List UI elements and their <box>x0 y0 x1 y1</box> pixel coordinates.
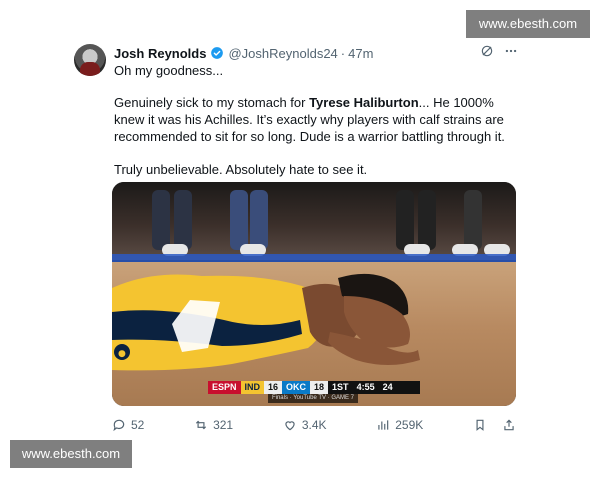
scoreboard-overlay: ESPN IND 16 OKC 18 1ST 4:55 24 <box>208 381 420 394</box>
repost-button[interactable]: 321 <box>194 418 233 432</box>
team1-abbr: IND <box>240 381 265 394</box>
network-logo: ESPN <box>208 381 241 394</box>
author-name[interactable]: Josh Reynolds <box>114 46 206 61</box>
team2-abbr: OKC <box>282 381 311 394</box>
tweet-actions: 52 321 3.4K 259K <box>112 418 516 432</box>
game-clock: 4:55 <box>356 382 375 392</box>
tweet-paragraph-1: Genuinely sick to my stomach for Tyrese … <box>114 94 524 145</box>
tweet-media-image[interactable]: ● ESPN IND 16 OKC 18 1ST 4:55 24 Finals … <box>112 182 516 406</box>
crowd-background <box>112 182 516 260</box>
like-button[interactable]: 3.4K <box>283 418 327 432</box>
tweet-paragraph-2: Truly unbelievable. Absolutely hate to s… <box>114 162 368 177</box>
repost-icon <box>195 420 207 430</box>
tweet-intro: Oh my goodness... <box>114 63 224 78</box>
repost-count: 321 <box>213 418 234 432</box>
verified-badge-icon <box>211 47 224 59</box>
more-options-icon[interactable] <box>504 44 518 58</box>
reply-icon <box>113 419 125 432</box>
bookmark-icon[interactable] <box>473 418 487 432</box>
watermark-bottom: www.ebesth.com <box>10 440 132 468</box>
heart-icon <box>285 421 295 431</box>
views-button[interactable]: 259K <box>376 418 423 432</box>
share-icon[interactable] <box>502 418 516 432</box>
header-actions <box>480 44 518 58</box>
team1-score: 16 <box>264 381 283 394</box>
tweet-header: Josh Reynolds @JoshReynolds24 · 47m <box>114 44 528 62</box>
tweet-card: Josh Reynolds @JoshReynolds24 · 47m Oh m… <box>72 36 528 448</box>
share-actions <box>473 418 516 432</box>
reply-count: 52 <box>131 418 145 432</box>
tweet-time[interactable]: 47m <box>348 46 373 61</box>
avatar[interactable] <box>74 44 106 76</box>
paragraph-1-start: Genuinely sick to my stomach for <box>114 95 310 110</box>
grok-icon[interactable] <box>480 44 494 58</box>
shot-clock: 24 <box>382 382 393 392</box>
tweet-text: Genuinely sick to my stomach for Tyrese … <box>114 94 524 194</box>
watermark-top: www.ebesth.com <box>466 10 590 38</box>
game-quarter: 1ST <box>332 382 349 392</box>
svg-text:●: ● <box>118 349 126 359</box>
player-figure: ● <box>112 273 420 371</box>
view-count: 259K <box>395 418 424 432</box>
views-chart-icon <box>378 420 389 430</box>
separator-dot: · <box>340 45 346 61</box>
author-handle[interactable]: @JoshReynolds24 <box>228 46 337 61</box>
mentioned-player: Tyrese Haliburton <box>309 95 419 110</box>
broadcast-subtitle: Finals · YouTube TV · GAME 7 <box>268 394 358 403</box>
team2-score: 18 <box>310 381 329 394</box>
like-count: 3.4K <box>301 418 327 432</box>
reply-button[interactable]: 52 <box>112 418 144 432</box>
